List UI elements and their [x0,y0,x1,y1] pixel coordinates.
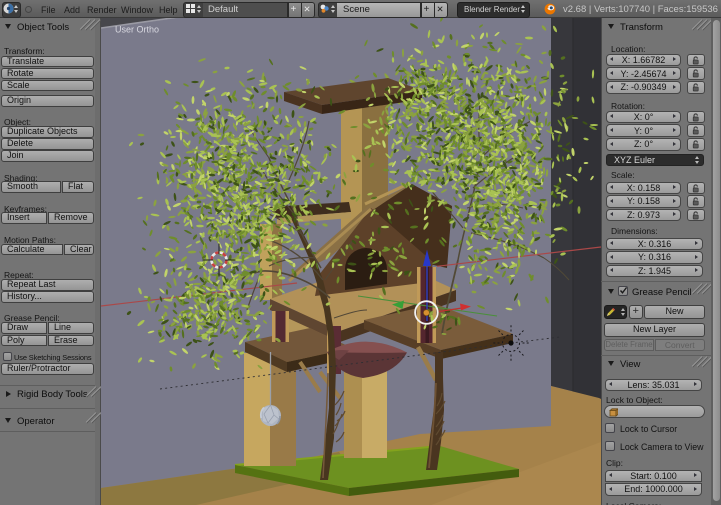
svg-text:User Ortho: User Ortho [115,25,159,35]
